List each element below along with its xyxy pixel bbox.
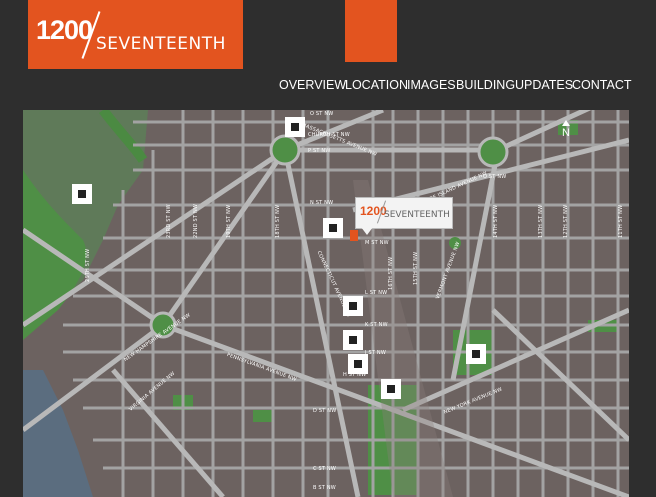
traffic-circle xyxy=(269,134,301,166)
street-label: I ST NW xyxy=(365,350,386,356)
north-arrow-icon xyxy=(562,120,570,126)
nav-contact[interactable]: CONTACT xyxy=(572,78,632,92)
map-graphic xyxy=(23,110,629,497)
marker-dot xyxy=(387,385,395,393)
north-indicator: N xyxy=(559,120,573,139)
traffic-circle xyxy=(477,136,509,168)
street-label: 23RD ST NW xyxy=(166,204,172,238)
map-marker[interactable] xyxy=(343,296,363,316)
street-label: L ST NW xyxy=(365,290,388,296)
street-label: 13TH ST NW xyxy=(538,204,544,238)
street-label: 12TH ST NW xyxy=(563,204,569,238)
nav-updates[interactable]: UPDATES xyxy=(515,78,573,92)
street-label: 18TH ST NW xyxy=(275,204,281,238)
street-label: 19TH ST NW xyxy=(226,204,232,238)
marker-dot xyxy=(349,336,357,344)
street-label: 22ND ST NW xyxy=(193,203,199,238)
callout-word: SEVENTEENTH xyxy=(384,210,450,220)
nav-building[interactable]: BUILDING xyxy=(456,78,515,92)
marker-dot xyxy=(349,302,357,310)
location-map[interactable]: O ST NW CHURCH ST NW P ST NW O ST NW N S… xyxy=(23,110,629,497)
building-callout[interactable]: 1200 SEVENTEENTH xyxy=(355,197,453,229)
map-marker[interactable] xyxy=(72,184,92,204)
north-label: N xyxy=(562,127,570,139)
marker-dot xyxy=(291,123,299,131)
street-label: M ST NW xyxy=(365,240,389,246)
map-marker[interactable] xyxy=(348,354,368,374)
marker-dot xyxy=(354,360,362,368)
nav-overview[interactable]: OVERVIEW xyxy=(279,78,346,92)
map-marker[interactable] xyxy=(323,218,343,238)
street-label: B ST NW xyxy=(313,485,336,491)
street-label: 11TH ST NW xyxy=(618,204,624,238)
map-marker[interactable] xyxy=(466,344,486,364)
river xyxy=(23,370,93,497)
street-label: O ST NW xyxy=(310,111,334,117)
street-label: 15TH ST NW xyxy=(413,251,419,285)
main-nav: OVERVIEW LOCATION IMAGES BUILDING UPDATE… xyxy=(279,78,632,96)
nav-location[interactable]: LOCATION xyxy=(345,78,408,92)
accent-block xyxy=(345,0,397,62)
street-label: D ST NW xyxy=(313,408,337,414)
marker-dot xyxy=(329,224,337,232)
street-label: 14TH ST NW xyxy=(493,204,499,238)
callout-pointer xyxy=(361,227,373,235)
street-label: C ST NW xyxy=(313,466,336,472)
brand-number: 1200 xyxy=(36,15,93,45)
street-label: K ST NW xyxy=(365,322,388,328)
brand-logo[interactable]: 1200 SEVENTEENTH xyxy=(28,0,243,69)
marker-dot xyxy=(472,350,480,358)
street-label: 16TH ST NW xyxy=(388,256,394,290)
street-label: P ST NW xyxy=(308,148,331,154)
nav-images[interactable]: IMAGES xyxy=(407,78,456,92)
map-marker[interactable] xyxy=(381,379,401,399)
map-marker[interactable] xyxy=(285,117,305,137)
park-square xyxy=(253,410,273,422)
street-label: N ST NW xyxy=(310,200,334,206)
map-marker[interactable] xyxy=(343,330,363,350)
building-pin[interactable] xyxy=(350,230,358,241)
street-label: 26TH ST NW xyxy=(85,248,91,282)
marker-dot xyxy=(78,190,86,198)
brand-word: SEVENTEENTH xyxy=(96,34,226,54)
